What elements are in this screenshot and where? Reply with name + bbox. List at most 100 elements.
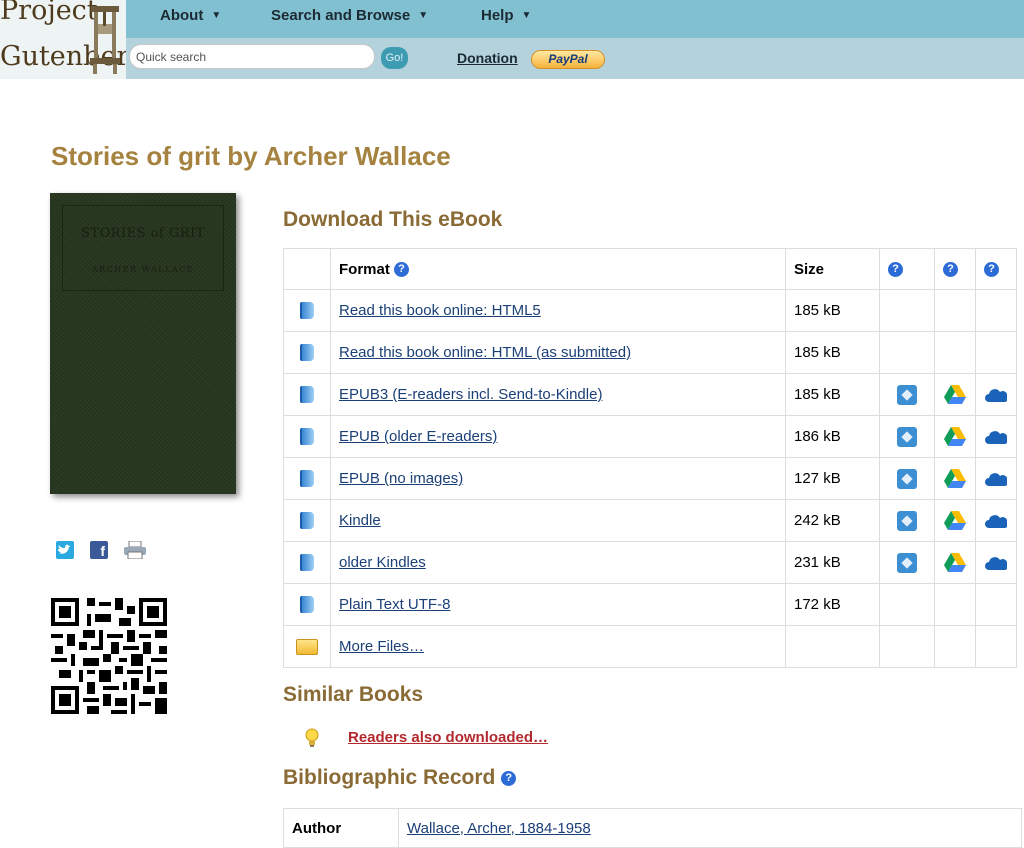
dropbox-cell bbox=[879, 541, 935, 584]
dropbox-cell bbox=[879, 583, 935, 626]
format-link[interactable]: Plain Text UTF-8 bbox=[339, 596, 450, 613]
gdrive-cell bbox=[934, 499, 976, 542]
google-drive-icon[interactable] bbox=[944, 385, 966, 404]
help-icon[interactable]: ? bbox=[943, 262, 958, 278]
file-type-cell bbox=[283, 373, 331, 416]
format-col-label: Format bbox=[339, 260, 390, 278]
format-link[interactable]: older Kindles bbox=[339, 554, 426, 571]
onedrive-icon[interactable] bbox=[985, 472, 1007, 487]
onedrive-cell bbox=[975, 499, 1017, 542]
nav-search-and-browse[interactable]: Search and Browse ▼ bbox=[271, 0, 428, 38]
google-drive-icon[interactable] bbox=[944, 511, 966, 530]
bib-value: Wallace, Archer, 1884-1958 bbox=[398, 808, 1022, 848]
format-link[interactable]: Read this book online: HTML5 bbox=[339, 302, 541, 319]
format-cell: More Files… bbox=[330, 625, 786, 668]
format-cell: older Kindles bbox=[330, 541, 786, 584]
nav-help[interactable]: Help ▼ bbox=[481, 0, 531, 38]
bib-row-author: Author Wallace, Archer, 1884-1958 bbox=[283, 808, 1022, 848]
google-drive-icon[interactable] bbox=[944, 553, 966, 572]
dropbox-icon[interactable] bbox=[897, 552, 917, 573]
size-cell: 185 kB bbox=[785, 289, 880, 332]
format-link[interactable]: Kindle bbox=[339, 512, 381, 529]
size-cell: 231 kB bbox=[785, 541, 880, 584]
dropbox-icon[interactable] bbox=[897, 384, 917, 405]
dropbox-cell bbox=[879, 373, 935, 416]
file-type-cell bbox=[283, 289, 331, 332]
print-icon[interactable] bbox=[123, 541, 147, 559]
readers-also-downloaded-link[interactable]: Readers also downloaded… bbox=[348, 729, 548, 746]
printing-press-icon bbox=[90, 6, 120, 74]
file-type-cell bbox=[283, 583, 331, 626]
file-row: Plain Text UTF-8 172 kB bbox=[283, 583, 1017, 626]
format-cell: EPUB (no images) bbox=[330, 457, 786, 500]
onedrive-cell bbox=[975, 289, 1017, 332]
size-col-header: Size bbox=[785, 248, 880, 290]
gdrive-cell bbox=[934, 541, 976, 584]
google-drive-icon[interactable] bbox=[944, 469, 966, 488]
gdrive-col-header: ? bbox=[934, 248, 976, 290]
chevron-down-icon: ▼ bbox=[211, 10, 222, 21]
gdrive-cell bbox=[934, 373, 976, 416]
nav-bar bbox=[124, 0, 1024, 38]
format-link[interactable]: More Files… bbox=[339, 638, 424, 655]
file-row: Kindle 242 kB bbox=[283, 499, 1017, 542]
file-type-cell bbox=[283, 415, 331, 458]
onedrive-icon[interactable] bbox=[985, 388, 1007, 403]
donation-link[interactable]: Donation bbox=[457, 50, 518, 66]
help-icon[interactable]: ? bbox=[984, 262, 999, 278]
paypal-button[interactable]: PayPal bbox=[531, 50, 605, 69]
format-cell: Kindle bbox=[330, 499, 786, 542]
file-type-cell bbox=[283, 625, 331, 668]
dropbox-cell bbox=[879, 625, 935, 668]
download-heading: Download This eBook bbox=[283, 208, 503, 231]
format-cell: EPUB (older E-readers) bbox=[330, 415, 786, 458]
cover-frame bbox=[62, 205, 224, 291]
book-icon bbox=[300, 512, 314, 530]
onedrive-cell bbox=[975, 415, 1017, 458]
qr-code-image bbox=[51, 598, 167, 714]
author-link[interactable]: Wallace, Archer, 1884-1958 bbox=[407, 820, 591, 837]
size-cell: 172 kB bbox=[785, 583, 880, 626]
onedrive-icon[interactable] bbox=[985, 514, 1007, 529]
format-link[interactable]: EPUB (no images) bbox=[339, 470, 463, 487]
dropbox-icon[interactable] bbox=[897, 426, 917, 447]
book-icon bbox=[300, 596, 314, 614]
go-button[interactable]: Go! bbox=[381, 47, 408, 69]
nav-about[interactable]: About ▼ bbox=[160, 0, 221, 38]
file-type-cell bbox=[283, 541, 331, 584]
google-drive-icon[interactable] bbox=[944, 427, 966, 446]
format-link[interactable]: Read this book online: HTML (as submitte… bbox=[339, 344, 631, 361]
folder-icon bbox=[296, 639, 318, 656]
size-cell: 185 kB bbox=[785, 331, 880, 374]
dropbox-icon[interactable] bbox=[897, 468, 917, 489]
icon-col-header bbox=[283, 248, 331, 290]
file-row: EPUB (no images) 127 kB bbox=[283, 457, 1017, 500]
twitter-icon[interactable] bbox=[56, 541, 74, 559]
onedrive-cell bbox=[975, 373, 1017, 416]
file-type-cell bbox=[283, 457, 331, 500]
file-type-cell bbox=[283, 331, 331, 374]
book-icon bbox=[300, 554, 314, 572]
help-icon[interactable]: ? bbox=[394, 262, 410, 278]
facebook-icon[interactable]: f bbox=[90, 541, 108, 559]
dropbox-icon[interactable] bbox=[897, 510, 917, 531]
lightbulb-icon bbox=[305, 728, 319, 747]
gdrive-cell bbox=[934, 457, 976, 500]
help-icon[interactable]: ? bbox=[888, 262, 903, 278]
format-link[interactable]: EPUB3 (E-readers incl. Send-to-Kindle) bbox=[339, 386, 602, 403]
onedrive-icon[interactable] bbox=[985, 556, 1007, 571]
book-icon bbox=[300, 302, 314, 320]
project-gutenberg-logo[interactable]: Project Gutenberg bbox=[0, 0, 126, 79]
book-cover-image: STORIES of GRIT ARCHER WALLACE bbox=[50, 193, 236, 494]
format-cell: EPUB3 (E-readers incl. Send-to-Kindle) bbox=[330, 373, 786, 416]
file-row: EPUB3 (E-readers incl. Send-to-Kindle) 18… bbox=[283, 373, 1017, 416]
quick-search-input[interactable] bbox=[129, 44, 375, 69]
onedrive-cell bbox=[975, 625, 1017, 668]
dropbox-cell bbox=[879, 289, 935, 332]
size-cell: 127 kB bbox=[785, 457, 880, 500]
format-link[interactable]: EPUB (older E-readers) bbox=[339, 428, 497, 445]
onedrive-icon[interactable] bbox=[985, 430, 1007, 445]
help-icon[interactable]: ? bbox=[501, 770, 517, 786]
bibliographic-record-label: Bibliographic Record bbox=[283, 766, 496, 789]
book-icon bbox=[300, 428, 314, 446]
